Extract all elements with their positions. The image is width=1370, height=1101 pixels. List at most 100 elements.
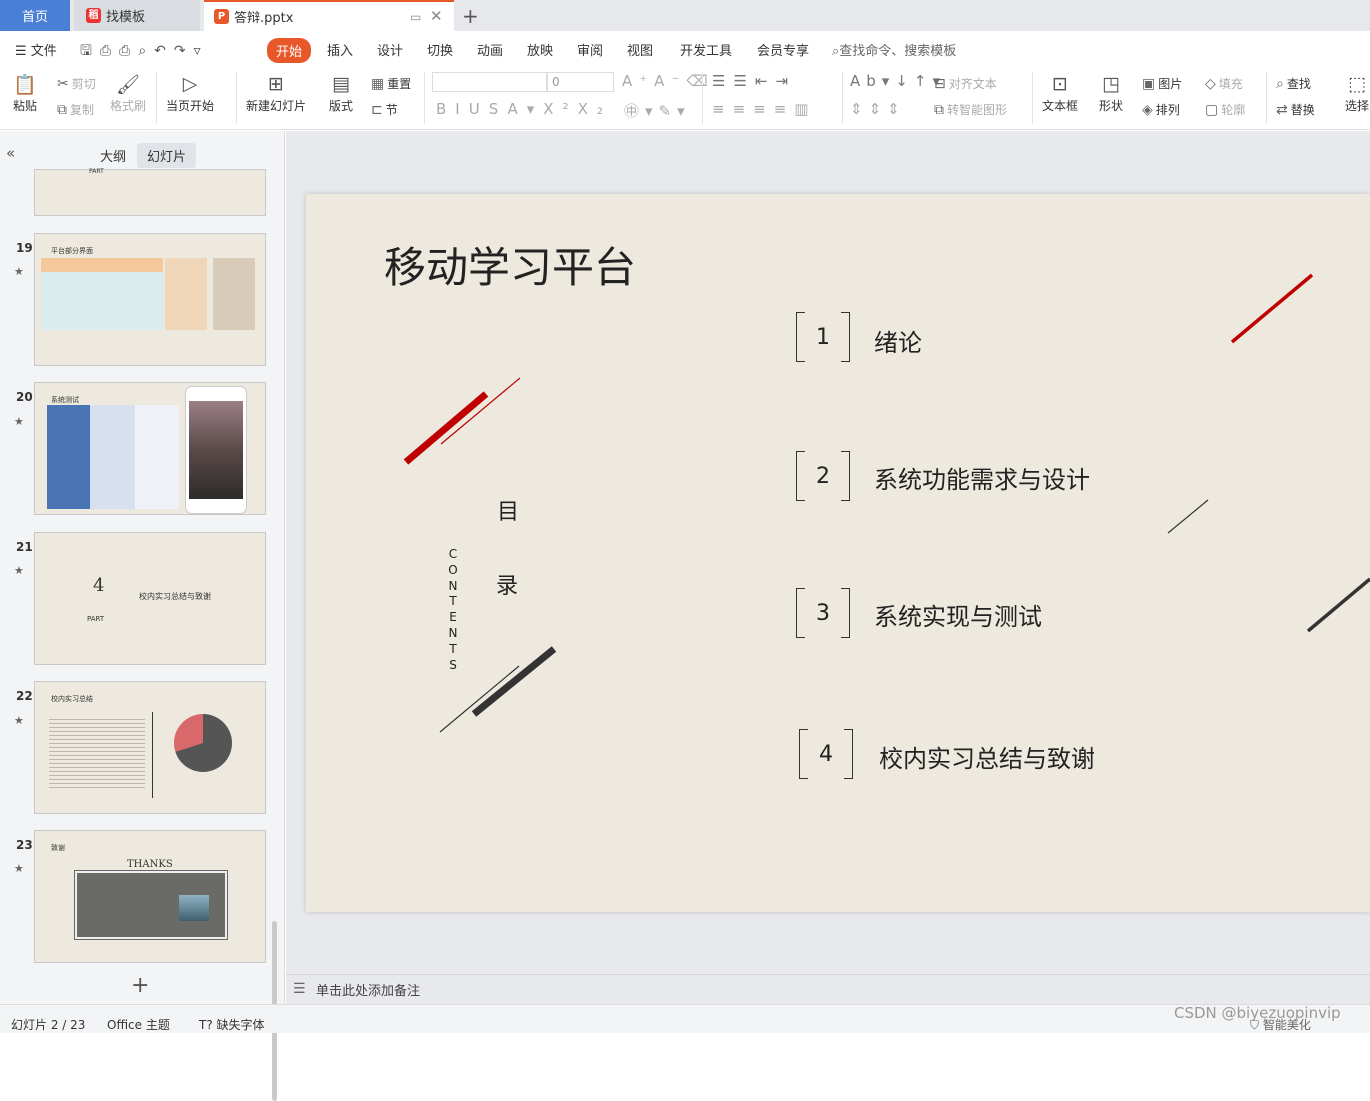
section-button[interactable]: ⊏ 节	[371, 101, 398, 118]
menu-dev-tools[interactable]: 开发工具	[680, 40, 732, 59]
menu-slideshow[interactable]: 放映	[527, 40, 553, 59]
menu-insert[interactable]: 插入	[327, 40, 353, 59]
pin-icon[interactable]: ▭	[410, 10, 421, 24]
star-icon: ★	[14, 415, 24, 428]
fill-icon: ◇	[1205, 75, 1216, 92]
menu-animation[interactable]: 动画	[477, 40, 503, 59]
notes-pane[interactable]: ☰ 单击此处添加备注	[286, 974, 1370, 1004]
paragraph-align-icons[interactable]: ≡≡≡≡▥	[712, 100, 816, 118]
mulu-char[interactable]: 录	[496, 568, 518, 600]
tab-document[interactable]: P 答辩.pptx ▭ ✕	[204, 0, 454, 31]
star-icon: ★	[14, 862, 24, 875]
brush-icon: 🖌	[115, 73, 141, 96]
layout-icon: ▤	[332, 73, 350, 95]
toc-item[interactable]: 系统实现与测试	[874, 597, 1042, 632]
slide-thumbnail-22[interactable]: 校内实习总结	[34, 681, 266, 814]
thumb-table	[47, 405, 179, 509]
paste-button[interactable]: 📋 粘贴	[12, 71, 38, 114]
slide-number: 20	[16, 390, 33, 404]
slide-number: 21	[16, 540, 33, 554]
new-tab-button[interactable]: +	[462, 0, 482, 31]
list-indent-icons[interactable]: ☰☰⇤⇥	[712, 72, 796, 90]
slide-thumbnail[interactable]: PART	[34, 168, 266, 216]
tab-outline[interactable]: 大纲	[90, 143, 136, 168]
tab-home[interactable]: 首页	[0, 0, 70, 31]
reset-button[interactable]: ▦ 重置	[371, 75, 411, 92]
slide-number: 23	[16, 838, 33, 852]
menu-member[interactable]: 会员专享	[757, 40, 809, 59]
slide-number: 19	[16, 241, 33, 255]
select-button[interactable]: ⬚ 选择	[1344, 71, 1370, 114]
theme-name[interactable]: Office 主题	[107, 1016, 170, 1033]
play-icon: ▷	[182, 73, 198, 95]
missing-font-button[interactable]: T? 缺失字体	[199, 1016, 265, 1033]
arrange-button[interactable]: ◈ 排列	[1142, 101, 1180, 118]
menu-switch[interactable]: 切换	[427, 40, 453, 59]
layout-button[interactable]: ▤ 版式	[328, 71, 354, 114]
menu-view[interactable]: 视图	[627, 40, 653, 59]
watermark: CSDN @biyezuopinvip	[1174, 1004, 1341, 1022]
close-tab-icon[interactable]: ✕	[430, 7, 443, 25]
play-from-current-button[interactable]: ▷ 当页开始	[166, 71, 214, 114]
replace-button[interactable]: ⇄ 替换	[1276, 101, 1315, 118]
star-icon: ★	[14, 265, 24, 278]
slide[interactable]: 移动学习平台 目 录 CONTENTS 1 绪论 2 系统功能需求与设计 3 系…	[306, 194, 1370, 912]
toc-item[interactable]: 校内实习总结与致谢	[879, 739, 1095, 774]
menu-review[interactable]: 审阅	[577, 40, 603, 59]
phonetic-highlight-icons[interactable]: ㊥▾✎▾	[624, 100, 691, 121]
slide-thumbnail-23[interactable]: 致谢 THANKS	[34, 830, 266, 963]
copy-button[interactable]: ⧉ 复制	[57, 101, 94, 118]
line-spacing-icons[interactable]: ⇕⇕⇕	[850, 100, 906, 118]
divider	[842, 72, 843, 124]
item-number[interactable]: 3	[796, 588, 850, 638]
slide-title[interactable]: 移动学习平台	[384, 234, 636, 295]
slide-thumbnail-20[interactable]: 系统测试	[34, 382, 266, 515]
menu-start[interactable]: 开始	[267, 38, 312, 63]
toc-item[interactable]: 系统功能需求与设计	[874, 460, 1090, 495]
font-name-select[interactable]	[432, 72, 547, 92]
slide-number: 22	[16, 689, 33, 703]
find-icon: ⌕	[1276, 75, 1284, 92]
fill-button[interactable]: ◇ 填充	[1205, 75, 1243, 92]
red-line	[440, 377, 521, 445]
tab-slides[interactable]: 幻灯片	[137, 143, 197, 168]
picture-button[interactable]: ▣ 图片	[1142, 75, 1182, 92]
add-slide-button[interactable]: +	[131, 973, 149, 998]
star-icon: ★	[14, 564, 24, 577]
text-style-icons[interactable]: BIUSA▾X²X₂	[436, 100, 612, 118]
smart-shape-button[interactable]: ⧉ 转智能图形	[934, 101, 1007, 118]
item-number[interactable]: 4	[799, 729, 853, 779]
mulu-char[interactable]: 目	[497, 494, 519, 526]
command-search[interactable]: ⌕查找命令、搜索模板	[832, 40, 956, 59]
pptx-icon: P	[214, 9, 229, 24]
new-slide-button[interactable]: ⊞ 新建幻灯片	[246, 71, 306, 114]
collapse-panel-icon[interactable]: «	[6, 144, 15, 162]
thumb-text-box	[74, 870, 228, 940]
slide-thumbnail-21[interactable]: 4 PART 校内实习总结与致谢	[34, 532, 266, 665]
quick-access-toolbar[interactable]: 🖫⎙⎙⌕↶↷▿	[80, 40, 209, 64]
cut-button[interactable]: ✂ 剪切	[57, 75, 96, 92]
reset-icon: ▦	[371, 75, 385, 92]
find-button[interactable]: ⌕ 查找	[1276, 75, 1311, 92]
thumb-phone	[185, 386, 247, 514]
dark-line	[439, 665, 520, 733]
toc-item[interactable]: 绪论	[874, 323, 922, 358]
menu-file[interactable]: ☰ 文件	[15, 40, 57, 59]
align-text-button[interactable]: ⊟ 对齐文本	[934, 75, 997, 92]
tab-template[interactable]: 稻找模板	[74, 0, 200, 31]
template-icon: 稻	[86, 8, 101, 23]
contents-vertical[interactable]: CONTENTS	[447, 547, 459, 673]
text-direction-icons[interactable]: Ab▾↓↑▾	[850, 72, 946, 90]
textbox-button[interactable]: ⊡ 文本框	[1042, 71, 1078, 114]
menu-design[interactable]: 设计	[377, 40, 403, 59]
outline-button[interactable]: ▢ 轮廓	[1205, 101, 1245, 118]
status-bar: 幻灯片 2 / 23 Office 主题 T? 缺失字体 ⛉ 智能美化	[0, 1004, 1370, 1033]
slide-thumbnail-19[interactable]: 平台部分界面	[34, 233, 266, 366]
item-number[interactable]: 2	[796, 451, 850, 501]
font-size-adjust-icons[interactable]: A⁺A⁻⌫	[622, 72, 715, 90]
format-painter-button[interactable]: 🖌 格式刷	[110, 71, 146, 114]
item-number[interactable]: 1	[796, 312, 850, 362]
scissors-icon: ✂	[57, 75, 69, 92]
shape-button[interactable]: ◳ 形状	[1098, 71, 1124, 114]
font-size-select[interactable]: 0	[547, 72, 614, 92]
